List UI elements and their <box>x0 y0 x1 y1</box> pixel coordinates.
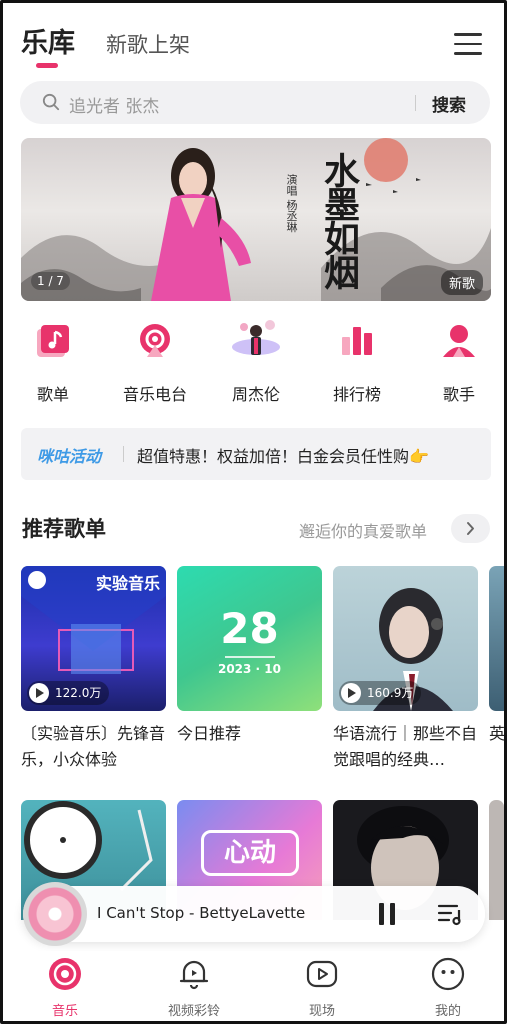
playlist-cover <box>489 566 504 711</box>
section-subtitle[interactable]: 邂逅你的真爱歌单 <box>299 518 427 542</box>
chevron-right-icon <box>467 522 474 535</box>
bottom-tab-label: 我的 <box>434 1004 461 1019</box>
quick-nav-jay[interactable]: 周杰伦 <box>211 320 301 405</box>
profile-face-icon <box>431 957 465 991</box>
quick-nav-label: 歌单 <box>36 385 69 404</box>
activity-banner[interactable]: 咪咕活动 超值特惠！权益加倍！白金会员任性购👉 <box>21 428 491 480</box>
play-icon <box>341 683 361 703</box>
playlist-card[interactable]: 实验音乐 122.0万 〔实验音乐〕先锋音乐，小众体验 <box>21 566 166 773</box>
cover-label: 心动 <box>201 830 299 876</box>
music-disc-icon <box>48 957 82 991</box>
tab-library[interactable]: 乐库 <box>21 21 75 60</box>
play-count: 160.9万 <box>367 686 414 700</box>
quick-nav: 歌单 音乐电台 周杰伦 排行榜 歌手 <box>3 320 504 411</box>
quick-nav-radio[interactable]: 音乐电台 <box>110 321 200 405</box>
play-icon <box>29 683 49 703</box>
section-more-button[interactable] <box>451 514 490 543</box>
banner-title: 水墨如烟 <box>318 152 360 288</box>
bottom-tab-mine[interactable]: 我的 <box>398 957 498 1019</box>
bottom-tab-video-ringtone[interactable]: 视频彩铃 <box>144 957 244 1019</box>
singer-icon <box>439 321 479 361</box>
search-placeholder: 追光者 张杰 <box>69 97 160 117</box>
quick-nav-label: 排行榜 <box>332 385 381 404</box>
bottom-nav: 音乐 视频彩铃 现场 我的 <box>3 951 504 1021</box>
playlist-queue-icon[interactable] <box>437 902 465 926</box>
bottom-tab-live[interactable]: 现场 <box>272 957 372 1019</box>
bottom-tab-label: 音乐 <box>51 1004 78 1019</box>
live-play-icon <box>305 957 339 991</box>
top-header: 乐库 新歌上架 <box>3 3 504 79</box>
quick-nav-label: 音乐电台 <box>122 385 187 404</box>
banner-tag: 新歌 <box>440 270 483 295</box>
now-playing-title: I Can't Stop - BettyeLavette <box>97 904 306 922</box>
banner-counter: 1 / 7 <box>31 272 70 290</box>
menu-icon[interactable] <box>454 33 482 57</box>
activity-text: 超值特惠！权益加倍！白金会员任性购👉 <box>137 447 429 466</box>
bell-icon <box>177 957 211 991</box>
search-button[interactable]: 搜索 <box>432 91 466 116</box>
activity-divider <box>123 446 124 462</box>
playlist-card[interactable]: 160.9万 华语流行｜那些不自觉跟唱的经典… <box>333 566 478 773</box>
cover-divider <box>225 656 275 658</box>
play-count-badge: 122.0万 <box>27 681 110 705</box>
search-bar[interactable]: 追光者 张杰 搜索 <box>20 81 490 124</box>
playlist-cover[interactable] <box>489 800 504 920</box>
album-disc[interactable] <box>23 882 87 946</box>
playlist-title: 英梦 <box>489 724 504 743</box>
active-tab-indicator <box>36 63 58 68</box>
quick-nav-singer[interactable]: 歌手 <box>414 321 504 405</box>
radio-icon <box>135 321 175 361</box>
mini-player[interactable]: I Can't Stop - BettyeLavette <box>23 882 485 946</box>
tab-new-songs[interactable]: 新歌上架 <box>106 29 190 59</box>
playlist-cover: 160.9万 <box>333 566 478 711</box>
quick-nav-playlist[interactable]: 歌单 <box>8 321 98 405</box>
playlist-card[interactable]: 28 2023 · 10 今日推荐 <box>177 566 322 773</box>
banner-carousel[interactable]: 演唱 杨丞琳 水墨如烟 1 / 7 新歌 <box>21 138 491 301</box>
cover-label: 实验音乐 <box>95 574 160 593</box>
search-icon <box>42 93 60 111</box>
quick-nav-charts[interactable]: 排行榜 <box>312 321 402 405</box>
playlist-cover: 28 2023 · 10 <box>177 566 322 711</box>
playlist-title: 华语流行｜那些不自觉跟唱的经典… <box>333 724 478 769</box>
cover-day: 28 <box>220 604 279 653</box>
bottom-tab-label: 视频彩铃 <box>167 1004 220 1019</box>
playlist-title: 今日推荐 <box>177 724 242 743</box>
search-divider <box>415 95 416 111</box>
playlist-cover: 实验音乐 122.0万 <box>21 566 166 711</box>
section-title: 推荐歌单 <box>22 517 106 541</box>
app-frame: 乐库 新歌上架 追光者 张杰 搜索 演唱 杨丞琳 水墨如烟 1 / 7 新歌 歌… <box>0 0 507 1024</box>
quick-nav-label: 歌手 <box>442 385 475 404</box>
playlist-title: 〔实验音乐〕先锋音乐，小众体验 <box>21 724 166 769</box>
quick-nav-label: 周杰伦 <box>231 385 280 404</box>
artist-avatar-icon <box>232 320 280 361</box>
bottom-tab-label: 现场 <box>308 1004 335 1019</box>
chart-bars-icon <box>337 321 377 361</box>
play-count: 122.0万 <box>55 686 102 700</box>
pause-icon[interactable] <box>379 903 397 925</box>
cover-month: 2023 · 10 <box>217 662 281 676</box>
playlist-card[interactable]: 英梦 <box>489 566 504 773</box>
activity-tag: 咪咕活动 <box>37 447 102 466</box>
playlist-icon <box>33 321 73 361</box>
play-count-badge: 160.9万 <box>339 681 422 705</box>
banner-artist: 演唱 杨丞琳 <box>285 174 298 233</box>
banner-artwork <box>21 138 491 301</box>
bottom-tab-music[interactable]: 音乐 <box>15 957 115 1019</box>
